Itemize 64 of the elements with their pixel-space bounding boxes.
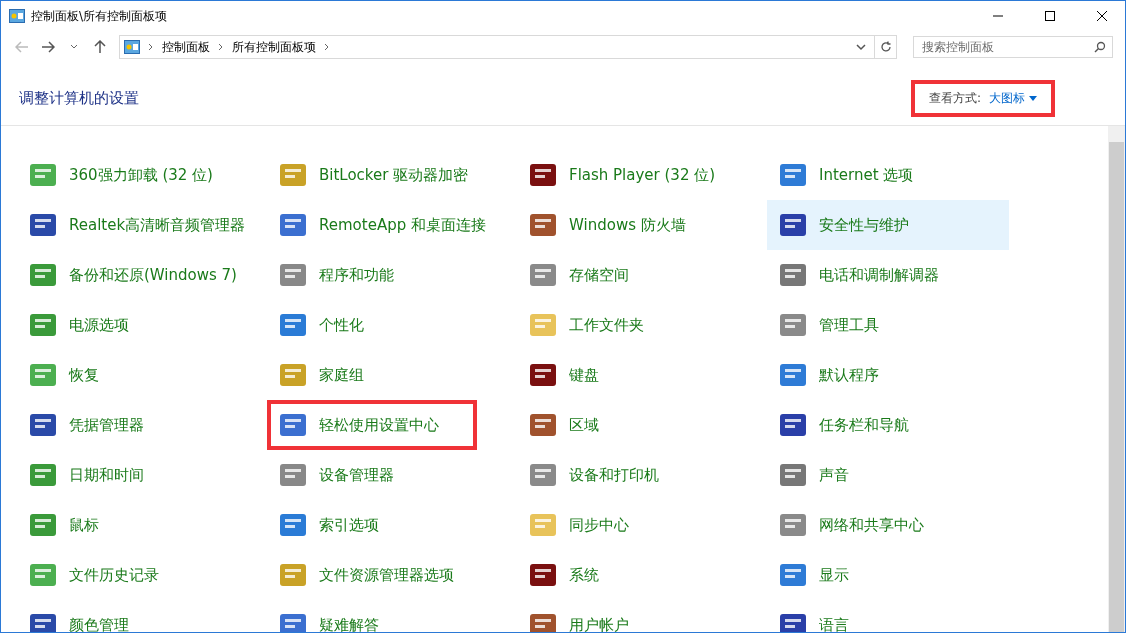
control-panel-item[interactable]: 轻松使用设置中心 <box>267 400 477 450</box>
control-panel-item[interactable]: 电源选项 <box>17 300 259 350</box>
chevron-icon <box>324 43 330 51</box>
control-panel-item[interactable]: 存储空间 <box>517 250 759 300</box>
control-panel-item[interactable]: BitLocker 驱动器加密 <box>267 150 509 200</box>
control-panel-item[interactable]: 疑难解答 <box>267 600 509 632</box>
control-panel-item[interactable]: 文件历史记录 <box>17 550 259 600</box>
view-label: 查看方式: <box>928 89 981 107</box>
control-panel-item[interactable]: 文件资源管理器选项 <box>267 550 509 600</box>
control-panel-item[interactable]: 用户帐户 <box>517 600 759 632</box>
control-panel-item[interactable]: 备份和还原(Windows 7) <box>17 250 259 300</box>
forward-arrow-icon <box>41 41 55 53</box>
control-panel-item[interactable]: 360强力卸载 (32 位) <box>17 150 259 200</box>
page-heading: 调整计算机的设置 <box>19 88 140 108</box>
control-panel-item[interactable]: RemoteApp 和桌面连接 <box>267 200 509 250</box>
control-panel-item[interactable]: 显示 <box>767 550 1009 600</box>
control-panel-item[interactable]: 家庭组 <box>267 350 509 400</box>
control-panel-item[interactable]: 系统 <box>517 550 759 600</box>
breadcrumb[interactable]: 控制面板 <box>162 38 210 56</box>
scrollbar[interactable] <box>1108 126 1125 632</box>
control-panel-item[interactable]: 恢复 <box>17 350 259 400</box>
chevron-icon <box>218 43 224 51</box>
search-icon <box>1094 41 1106 53</box>
control-panel-item[interactable]: 管理工具 <box>767 300 1009 350</box>
control-panel-item[interactable]: 日期和时间 <box>17 450 259 500</box>
control-panel-icon <box>9 9 25 23</box>
control-panel-item[interactable]: 网络和共享中心 <box>767 500 1009 550</box>
control-panel-item[interactable]: 区域 <box>517 400 759 450</box>
chevron-icon <box>148 43 154 51</box>
up-arrow-icon <box>94 40 106 54</box>
caret-icon <box>70 44 78 50</box>
control-panel-item[interactable]: 凭据管理器 <box>17 400 259 450</box>
control-panel-item[interactable]: 声音 <box>767 450 1009 500</box>
address-bar[interactable]: 控制面板 所有控制面板项 <box>119 35 897 59</box>
control-panel-item[interactable]: 同步中心 <box>517 500 759 550</box>
control-panel-item[interactable]: 设备管理器 <box>267 450 509 500</box>
control-panel-item[interactable]: 键盘 <box>517 350 759 400</box>
control-panel-item[interactable]: Realtek高清晰音频管理器 <box>17 200 259 250</box>
refresh-icon <box>879 41 892 53</box>
control-panel-item[interactable]: 鼠标 <box>17 500 259 550</box>
control-panel-item[interactable]: Windows 防火墙 <box>517 200 759 250</box>
breadcrumb[interactable]: 所有控制面板项 <box>232 38 316 56</box>
control-panel-item[interactable]: 安全性与维护 <box>767 200 1009 250</box>
control-panel-item[interactable]: 颜色管理 <box>17 600 259 632</box>
control-panel-icon <box>124 40 140 54</box>
control-panel-item[interactable]: 索引选项 <box>267 500 509 550</box>
maximize-icon <box>1044 10 1056 22</box>
control-panel-item[interactable]: 个性化 <box>267 300 509 350</box>
close-icon <box>1096 10 1108 22</box>
window-title: 控制面板\所有控制面板项 <box>31 7 169 25</box>
back-arrow-icon <box>15 41 29 53</box>
control-panel-item[interactable]: 任务栏和导航 <box>767 400 1009 450</box>
dropdown-icon[interactable] <box>856 43 866 51</box>
control-panel-item[interactable]: 语言 <box>767 600 1009 632</box>
control-panel-item[interactable]: Internet 选项 <box>767 150 1009 200</box>
control-panel-item[interactable]: Flash Player (32 位) <box>517 150 759 200</box>
search-field[interactable]: 搜索控制面板 <box>913 36 1113 58</box>
control-panel-item[interactable]: 工作文件夹 <box>517 300 759 350</box>
control-panel-item[interactable]: 电话和调制解调器 <box>767 250 1009 300</box>
control-panel-item[interactable]: 默认程序 <box>767 350 1009 400</box>
caret-icon <box>1029 95 1037 101</box>
control-panel-item[interactable]: 程序和功能 <box>267 250 509 300</box>
control-panel-item[interactable]: 设备和打印机 <box>517 450 759 500</box>
view-dropdown[interactable]: 大图标 <box>989 89 1037 107</box>
